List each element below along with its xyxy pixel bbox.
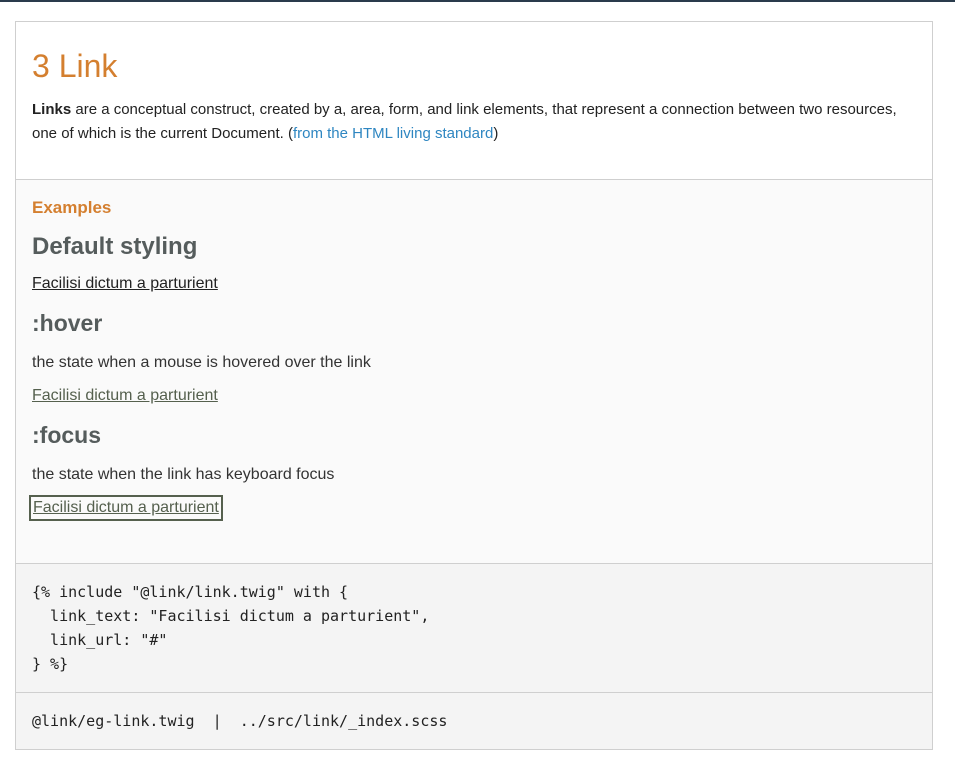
intro-section: 3 Link Links are a conceptual construct,…	[16, 22, 932, 180]
page-title: 3 Link	[32, 48, 118, 84]
intro-text-end: )	[493, 125, 499, 142]
file-paths-footer: @link/eg-link.twig | ../src/link/_index.…	[16, 693, 932, 749]
path-separator: |	[212, 712, 222, 730]
intro-description: Links are a conceptual construct, create…	[32, 98, 916, 146]
examples-label: Examples	[32, 198, 112, 217]
html-standard-link[interactable]: from the HTML living standard	[293, 125, 493, 142]
hover-example-link[interactable]: Facilisi dictum a parturient	[32, 386, 218, 406]
template-path: @link/eg-link.twig	[32, 712, 195, 730]
examples-section: Examples Default styling Facilisi dictum…	[16, 180, 932, 564]
focus-description: the state when the link has keyboard foc…	[32, 466, 335, 483]
code-line: link_url: "#"	[32, 631, 168, 649]
focus-heading: :focus	[32, 422, 101, 448]
default-styling-heading: Default styling	[32, 233, 198, 260]
intro-term: Links	[32, 101, 72, 118]
scss-path: ../src/link/_index.scss	[239, 712, 448, 730]
focus-example-link[interactable]: Facilisi dictum a parturient	[29, 495, 223, 521]
code-line: } %}	[32, 655, 69, 673]
code-sample: {% include "@link/link.twig" with { link…	[16, 564, 932, 693]
code-line: {% include "@link/link.twig" with {	[32, 583, 349, 601]
default-example-link[interactable]: Facilisi dictum a parturient	[32, 274, 218, 294]
hover-heading: :hover	[32, 310, 103, 336]
code-line: link_text: "Facilisi dictum a parturient…	[32, 607, 430, 625]
top-border	[0, 0, 955, 2]
pattern-card: 3 Link Links are a conceptual construct,…	[15, 21, 933, 750]
hover-description: the state when a mouse is hovered over t…	[32, 354, 371, 371]
